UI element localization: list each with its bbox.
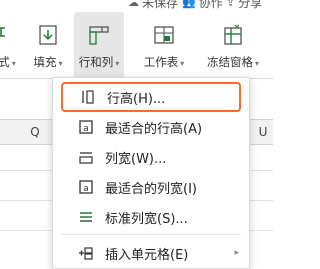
share-button[interactable]: ⇪ 分享 — [226, 0, 262, 11]
collaborate-label: 协作 — [198, 0, 223, 10]
menu-item-label: 标准列宽(S)... — [105, 211, 188, 227]
format-icon — [0, 27, 5, 37]
collaborate-icon: 👥 — [182, 0, 196, 9]
menu-item-label: 行高(H)... — [107, 91, 166, 107]
fill-down-icon — [39, 25, 57, 45]
column-header-u[interactable]: U — [248, 120, 278, 144]
share-icon: ⇪ — [226, 0, 236, 9]
svg-text:a: a — [83, 124, 89, 134]
autofit-row-height-icon: a — [77, 118, 95, 136]
rows-columns-menu: 行高(H)... a 最适合的行高(A) 列宽(W)... a 最适合的列宽(I… — [52, 77, 250, 269]
freeze-panes-caret-icon: ▾ — [254, 59, 259, 68]
freeze-panes-label: 冻结窗格 — [206, 55, 253, 69]
collaborate-button[interactable]: 👥 协作 — [182, 0, 223, 11]
ribbon-toolbar: 式 ▾ 填充 ▾ 行和列 ▾ 工作表 ▾ 冻结窗格 ▾ — [0, 12, 273, 79]
menu-item-autofit-column-width[interactable]: a 最适合的列宽(I) — [61, 172, 241, 202]
menu-item-insert-cells[interactable]: 插入单元格(E) ▸ — [61, 238, 241, 268]
top-bar: ☁ 未保存 👥 协作 ⇪ 分享 — [0, 0, 273, 12]
menu-item-autofit-row-height[interactable]: a 最适合的行高(A) — [61, 112, 241, 142]
worksheet-button[interactable]: 工作表 ▾ — [136, 12, 192, 78]
unsaved-status[interactable]: ☁ 未保存 — [128, 0, 178, 11]
rows-columns-caret-icon: ▾ — [115, 59, 120, 68]
autofit-column-width-icon: a — [77, 178, 95, 196]
menu-item-standard-width[interactable]: 标准列宽(S)... — [61, 202, 241, 232]
menu-item-label: 列宽(W)... — [105, 151, 167, 167]
format-button[interactable]: 式 ▾ — [0, 12, 22, 78]
row-height-icon — [79, 88, 97, 106]
format-caret-icon: ▾ — [11, 59, 16, 68]
worksheet-caret-icon: ▾ — [180, 59, 185, 68]
submenu-arrow-icon: ▸ — [234, 248, 239, 258]
rows-columns-icon — [89, 26, 109, 45]
format-label: 式 — [0, 55, 10, 69]
menu-separator — [61, 234, 241, 235]
menu-item-column-width[interactable]: 列宽(W)... — [61, 142, 241, 172]
fill-label: 填充 — [33, 55, 57, 69]
fill-button[interactable]: 填充 ▾ — [26, 12, 70, 78]
rows-columns-label: 行和列 — [78, 55, 114, 69]
column-width-icon — [77, 148, 95, 166]
menu-item-label: 最适合的列宽(I) — [105, 181, 197, 197]
worksheet-label: 工作表 — [143, 55, 179, 69]
menu-item-label: 最适合的行高(A) — [105, 121, 203, 137]
cloud-sync-icon: ☁ — [128, 0, 139, 9]
unsaved-label: 未保存 — [142, 0, 179, 10]
svg-text:a: a — [83, 184, 89, 194]
freeze-panes-button[interactable]: 冻结窗格 ▾ — [198, 12, 268, 78]
share-label: 分享 — [238, 0, 263, 10]
freeze-panes-icon — [224, 24, 242, 45]
insert-cells-icon — [77, 244, 95, 262]
rows-columns-button[interactable]: 行和列 ▾ — [74, 12, 124, 78]
fill-caret-icon: ▾ — [58, 59, 63, 68]
worksheet-icon — [154, 26, 174, 44]
standard-width-icon — [77, 208, 95, 226]
menu-item-row-height[interactable]: 行高(H)... — [61, 82, 241, 112]
